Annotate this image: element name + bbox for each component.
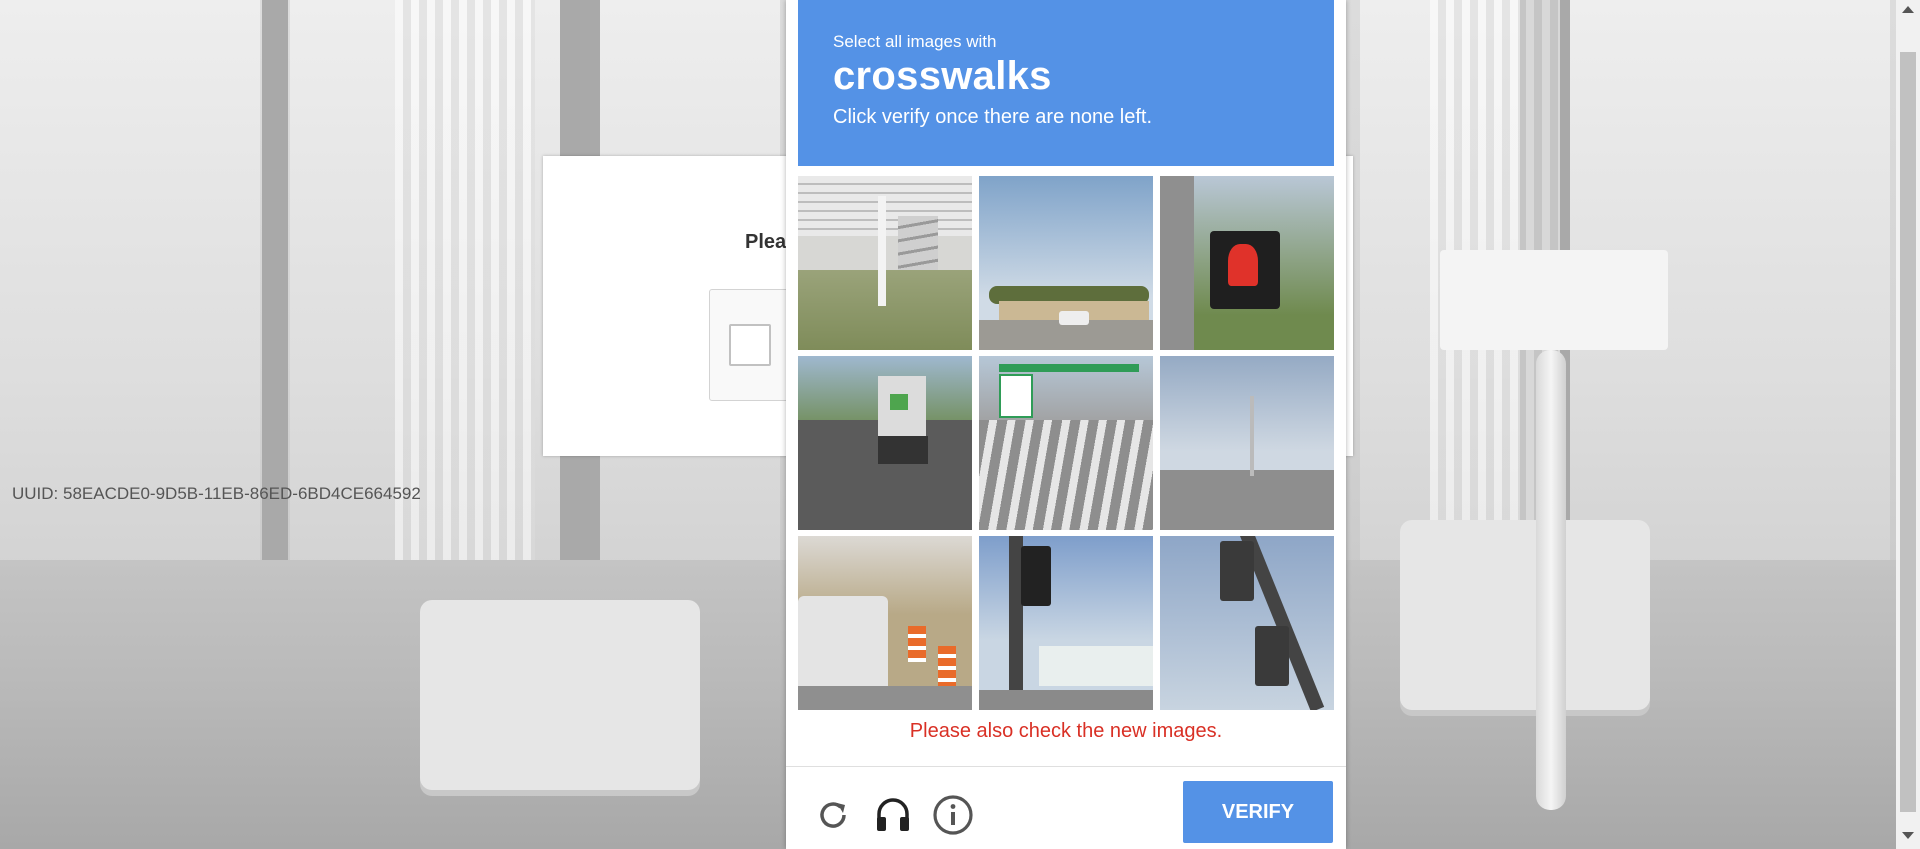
image-tile-4[interactable]: [798, 356, 972, 530]
verify-button[interactable]: VERIFY: [1183, 781, 1333, 843]
audio-challenge-button[interactable]: [868, 790, 918, 840]
image-tile-1[interactable]: [798, 176, 972, 350]
uuid-text: UUID: 58EACDE0-9D5B-11EB-86ED-6BD4CE6645…: [12, 484, 421, 503]
info-icon: [933, 795, 973, 835]
instruction-small: Select all images with: [833, 32, 997, 51]
image-tile-9[interactable]: [1160, 536, 1334, 710]
scroll-down-arrow-icon[interactable]: [1902, 832, 1914, 839]
challenge-header: Select all images with crosswalks Click …: [798, 0, 1334, 166]
reload-icon: [820, 802, 846, 828]
image-tile-6[interactable]: [1160, 356, 1334, 530]
info-button[interactable]: [928, 790, 978, 840]
captcha-checkbox[interactable]: [729, 324, 771, 366]
reload-button[interactable]: [808, 790, 858, 840]
image-tile-8[interactable]: [979, 536, 1153, 710]
page-scrollbar[interactable]: [1896, 0, 1920, 849]
image-tile-2[interactable]: [979, 176, 1153, 350]
image-tile-3[interactable]: [1160, 176, 1334, 350]
page-prompt: Plea: [745, 231, 787, 253]
scroll-thumb[interactable]: [1900, 52, 1916, 812]
image-tile-7[interactable]: [798, 536, 972, 710]
footer-divider: [786, 766, 1346, 767]
error-message: Please also check the new images.: [909, 720, 1223, 742]
target-object-label: crosswalks: [833, 54, 1052, 98]
instruction-sub: Click verify once there are none left.: [833, 106, 1153, 128]
audio-icon: [877, 798, 909, 831]
image-grid: [798, 176, 1334, 710]
image-tile-5[interactable]: [979, 356, 1153, 530]
captcha-challenge-popup: Select all images with crosswalks Click …: [786, 0, 1346, 849]
scroll-up-arrow-icon[interactable]: [1902, 6, 1914, 13]
